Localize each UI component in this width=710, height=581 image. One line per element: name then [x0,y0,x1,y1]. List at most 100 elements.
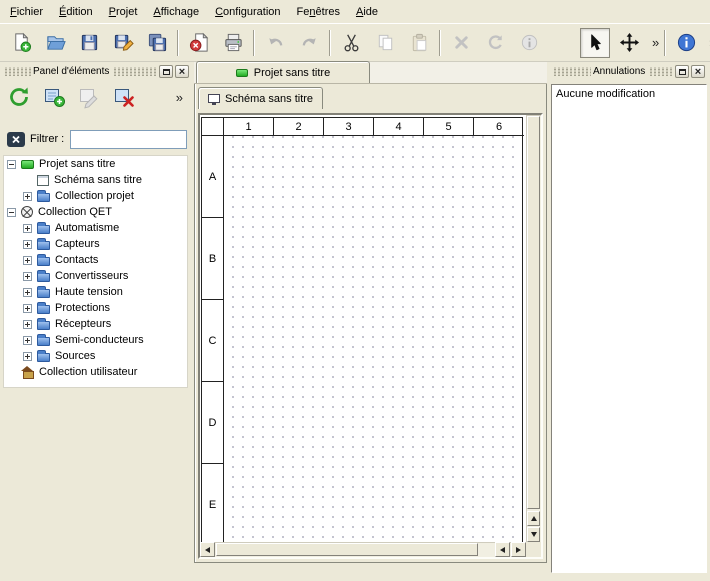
edit-element-button[interactable] [74,83,103,112]
schema-icon [208,94,220,103]
tree-item-recepteurs[interactable]: Récepteurs [4,316,187,332]
row-header-cell: C [202,300,224,382]
expand-icon[interactable] [23,304,32,313]
scroll-left-button[interactable] [200,542,215,557]
expand-icon[interactable] [23,352,32,361]
rotate-button[interactable] [480,28,510,58]
scroll-up-button[interactable] [527,511,540,526]
delete-element-button[interactable] [109,83,138,112]
tree-item-collection-projet[interactable]: Collection projet [4,188,187,204]
expand-icon[interactable] [23,224,32,233]
expand-icon[interactable] [23,192,32,201]
undo-list-item[interactable]: Aucune modification [556,88,702,100]
row-header-cell: D [202,382,224,464]
menu-fichier[interactable]: Fichier [2,2,51,22]
expand-icon[interactable] [23,336,32,345]
elements-panel-titlebar[interactable]: Panel d'éléments [2,64,191,79]
folder-icon [37,273,50,282]
paste-button[interactable] [404,28,434,58]
reload-collections-button[interactable] [4,83,33,112]
grip-texture [649,67,673,76]
float-panel-button[interactable] [159,65,173,78]
new-element-icon [42,85,66,109]
tab-schema-sans-titre[interactable]: Schéma sans titre [198,87,323,109]
tab-projet-sans-titre[interactable]: Projet sans titre [196,61,370,83]
expand-icon[interactable] [23,288,32,297]
expand-icon[interactable] [23,256,32,265]
tree-item-haute-tension[interactable]: Haute tension [4,284,187,300]
clear-filter-button[interactable] [6,130,26,149]
new-document-icon [11,32,32,53]
move-tool-button[interactable] [614,28,644,58]
column-header-cell: 6 [474,118,524,136]
panel-toolbar-overflow-chevron[interactable]: » [176,90,183,105]
about-button[interactable] [671,28,701,58]
tree-item-capteurs[interactable]: Capteurs [4,236,187,252]
collapse-icon[interactable] [7,208,16,217]
expand-icon[interactable] [23,240,32,249]
tree-item-sources[interactable]: Sources [4,348,187,364]
tree-item-projet-sans-titre[interactable]: Projet sans titre [4,156,187,172]
paste-icon [409,32,430,53]
ruler-corner [202,118,224,136]
tree-item-schema-sans-titre[interactable]: Schéma sans titre [4,172,187,188]
vertical-scrollbar-thumb[interactable] [527,116,540,509]
elements-panel-title: Panel d'éléments [31,66,113,77]
scroll-left-button-2[interactable] [495,542,510,557]
tree-item-automatisme[interactable]: Automatisme [4,220,187,236]
save-all-button[interactable] [142,28,172,58]
tree-item-protections[interactable]: Protections [4,300,187,316]
schema-canvas[interactable]: 1 2 3 4 5 6 A B C D E [200,115,526,542]
select-tool-button[interactable] [580,28,610,58]
tree-item-convertisseurs[interactable]: Convertisseurs [4,268,187,284]
horizontal-scrollbar[interactable] [200,542,526,557]
collapse-icon[interactable] [7,160,16,169]
close-panel-button[interactable] [175,65,189,78]
toolbar-overflow-chevron-2[interactable]: » [705,35,710,50]
scroll-down-button[interactable] [527,527,540,542]
print-button[interactable] [218,28,248,58]
close-file-button[interactable] [184,28,214,58]
object-info-button[interactable] [514,28,544,58]
arrow-left-icon [500,547,505,553]
save-as-button[interactable] [108,28,138,58]
undo-button[interactable] [260,28,290,58]
tree-item-collection-utilisateur[interactable]: Collection utilisateur [4,364,187,380]
redo-button[interactable] [294,28,324,58]
menu-configuration[interactable]: Configuration [207,2,288,22]
tree-item-collection-qet[interactable]: Collection QET [4,204,187,220]
menu-aide[interactable]: Aide [348,2,386,22]
delete-button[interactable] [446,28,476,58]
project-tab-label: Projet sans titre [254,67,330,79]
close-panel-button[interactable] [691,65,705,78]
float-icon [679,69,686,75]
expand-icon[interactable] [23,272,32,281]
folder-icon [37,305,50,314]
new-element-button[interactable] [39,83,68,112]
float-panel-button[interactable] [675,65,689,78]
open-document-button[interactable] [40,28,70,58]
menu-fenetres[interactable]: Fenêtres [289,2,348,22]
undo-panel-title: Annulations [591,66,649,77]
horizontal-scrollbar-thumb[interactable] [216,543,478,556]
schema-sheet: 1 2 3 4 5 6 A B C D E [201,117,523,542]
new-document-button[interactable] [6,28,36,58]
tree-item-semi-conducteurs[interactable]: Semi-conducteurs [4,332,187,348]
toolbar-overflow-chevron[interactable]: » [648,35,663,50]
menu-affichage[interactable]: Affichage [145,2,207,22]
undo-history-list[interactable]: Aucune modification [551,84,707,573]
folder-icon [37,337,50,346]
grip-texture [553,67,591,76]
tree-item-contacts[interactable]: Contacts [4,252,187,268]
cut-button[interactable] [336,28,366,58]
expand-icon[interactable] [23,320,32,329]
menu-edition[interactable]: Édition [51,2,101,22]
filter-input[interactable] [70,130,187,149]
folder-icon [37,241,50,250]
save-button[interactable] [74,28,104,58]
undo-panel-titlebar[interactable]: Annulations [551,64,707,79]
vertical-scrollbar[interactable] [526,115,541,542]
scroll-right-button[interactable] [511,542,526,557]
copy-button[interactable] [370,28,400,58]
menu-projet[interactable]: Projet [101,2,146,22]
